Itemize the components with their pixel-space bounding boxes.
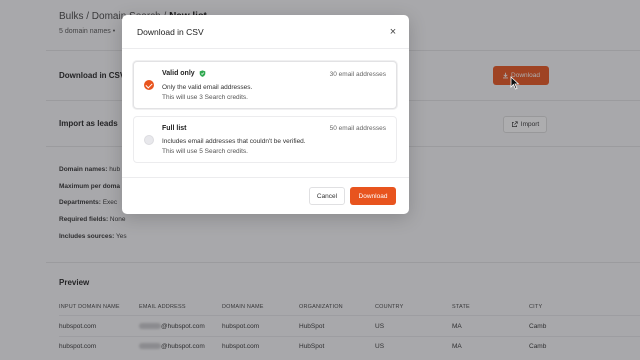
- close-icon[interactable]: ×: [386, 25, 400, 39]
- radio-checked-icon[interactable]: [144, 80, 154, 90]
- modal-title: Download in CSV: [137, 27, 204, 37]
- option-credits: This will use 3 Search credits.: [162, 94, 248, 101]
- download-button[interactable]: Download: [350, 187, 396, 205]
- option-count: 50 email addresses: [329, 125, 386, 132]
- option-valid-only[interactable]: Valid only 30 email addresses Only the v…: [133, 61, 397, 109]
- option-title: Full list: [162, 125, 187, 132]
- option-credits: This will use 5 Search credits.: [162, 148, 248, 155]
- modal-header: Download in CSV ×: [122, 15, 409, 49]
- cancel-button[interactable]: Cancel: [309, 187, 345, 205]
- mouse-cursor-icon: [510, 76, 520, 90]
- option-description: Includes email addresses that couldn't b…: [162, 138, 306, 145]
- option-full-list[interactable]: Full list 50 email addresses Includes em…: [133, 116, 397, 163]
- radio-unchecked-icon[interactable]: [144, 135, 154, 145]
- verified-shield-icon: [199, 70, 205, 77]
- option-count: 30 email addresses: [329, 71, 386, 78]
- modal-footer-divider: [122, 177, 409, 178]
- download-csv-modal: Download in CSV × Valid only 30 email ad…: [122, 15, 409, 214]
- option-title: Valid only: [162, 70, 195, 77]
- option-description: Only the valid email addresses.: [162, 84, 253, 91]
